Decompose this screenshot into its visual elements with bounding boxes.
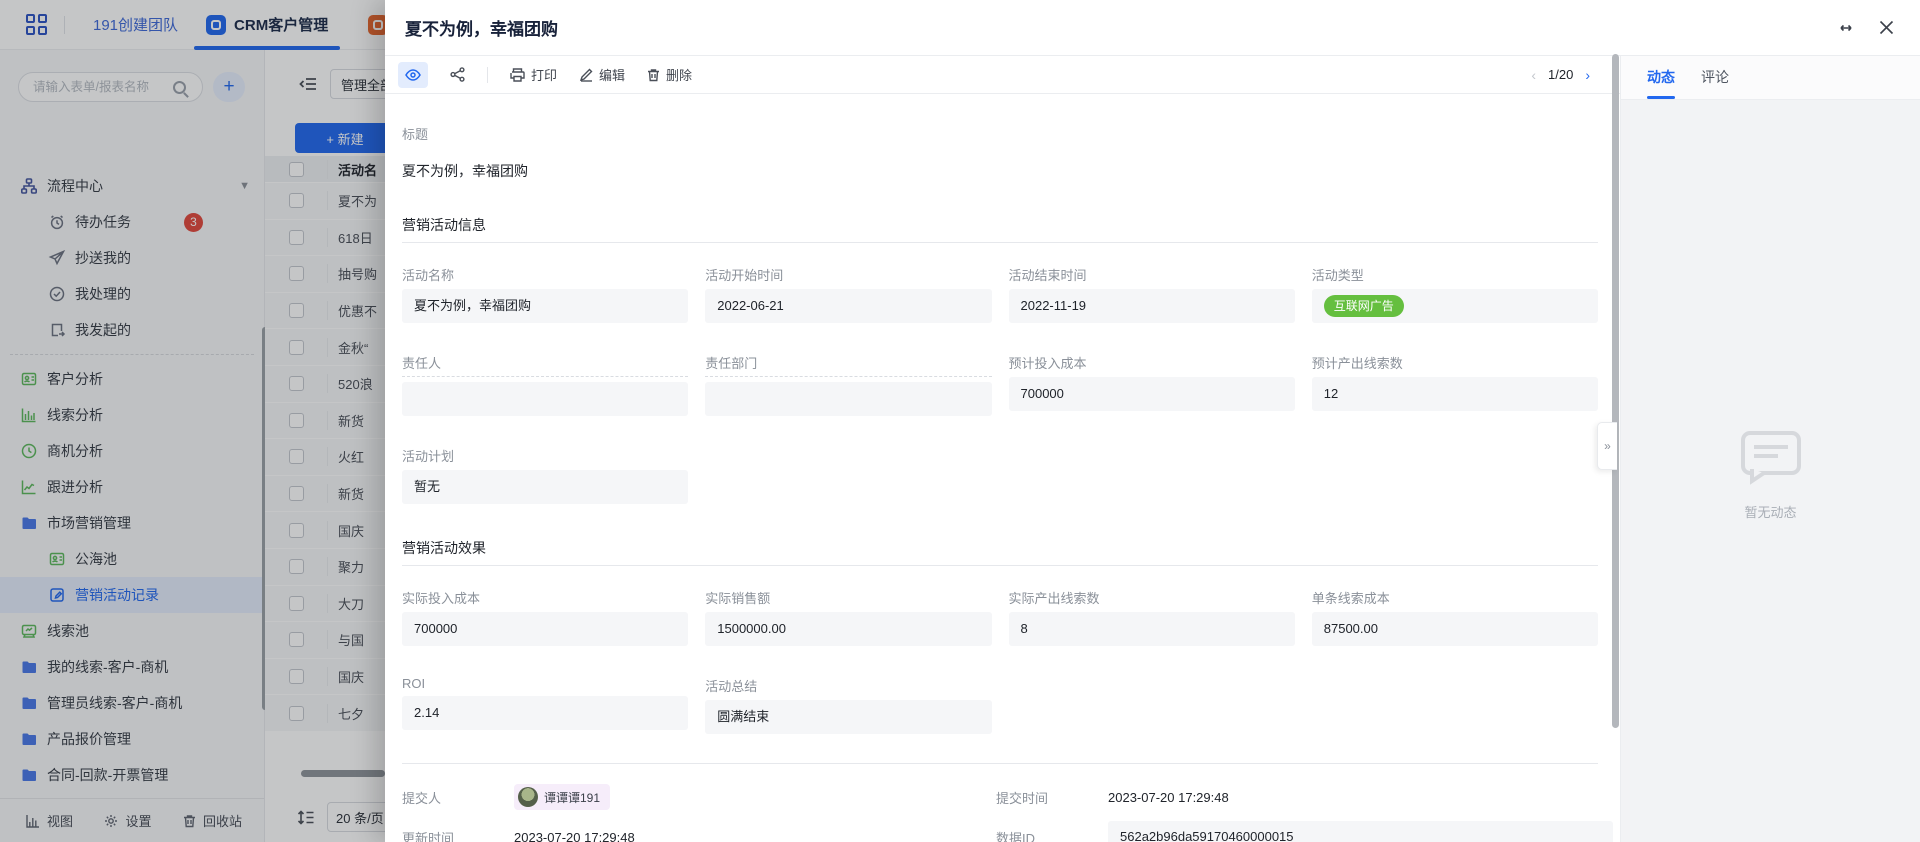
field-owner: 责任人 [402,353,688,416]
meta-grid: 提交人 谭谭谭191 提交时间 2023-07-20 17:29:48 更新时间… [402,783,1598,842]
expand-icon[interactable] [1837,22,1855,34]
data-id-value: 562a2b96da59170460000015 [1108,821,1613,842]
share-button[interactable] [450,67,465,82]
record-title: 夏不为例，幸福团购 [405,15,558,40]
tab-activity[interactable]: 动态 [1647,67,1675,99]
meta-data-id: 数据ID 562a2b96da59170460000015 [996,821,1613,842]
field-actual-cost: 实际投入成本 700000 [402,588,688,646]
field-activity-type: 活动类型 互联网广告 [1312,265,1598,323]
drawer-header: 夏不为例，幸福团购 [385,0,1920,56]
printer-icon [510,68,525,82]
activity-panel: 动态 评论 暂无动态 [1620,56,1920,842]
field-label: 标题 [402,127,428,142]
print-button[interactable]: 打印 [510,65,557,84]
field-value: 8 [1009,612,1295,646]
next-record-icon[interactable]: › [1585,67,1590,83]
view-mode-button[interactable] [398,62,428,88]
field-value: 1500000.00 [705,612,991,646]
field-value: 互联网广告 [1312,289,1598,323]
activity-panel-body: 暂无动态 [1621,100,1920,842]
modal-backdrop[interactable] [0,0,385,842]
avatar [518,787,538,807]
meta-submitter: 提交人 谭谭谭191 [402,783,996,811]
field-planned-cost: 预计投入成本 700000 [1009,353,1295,416]
field-activity-name: 活动名称 夏不为例，幸福团购 [402,265,688,323]
field-value: 2022-06-21 [705,289,991,323]
field-value [402,382,688,416]
submitter-chip[interactable]: 谭谭谭191 [514,784,610,810]
record-form: 标题 夏不为例，幸福团购 营销活动信息 活动名称 夏不为例，幸福团购 活动开始时… [385,94,1620,842]
share-icon [450,67,465,82]
activity-type-tag: 互联网广告 [1324,295,1404,317]
field-actual-sales: 实际销售额 1500000.00 [705,588,991,646]
fields-grid: 实际投入成本 700000 实际销售额 1500000.00 实际产出线索数 8… [402,588,1598,734]
field-activity-plan: 活动计划 暂无 [402,446,688,504]
tab-comments[interactable]: 评论 [1701,67,1729,99]
field-value: 700000 [1009,377,1295,411]
field-value [705,382,991,416]
record-pager: ‹ 1/20 › [1531,67,1590,83]
field-end-time: 活动结束时间 2022-11-19 [1009,265,1295,323]
field-department: 责任部门 [705,353,991,416]
prev-record-icon[interactable]: ‹ [1531,67,1536,83]
activity-panel-tabs: 动态 评论 [1621,56,1920,100]
field-planned-leads: 预计产出线索数 12 [1312,353,1598,416]
submitter-name: 谭谭谭191 [544,789,600,806]
app-window: 191创建团队 CRM客户管理 + [0,0,1920,842]
empty-state-text: 暂无动态 [1744,502,1796,521]
field-value: 暂无 [402,470,688,504]
collapse-panel-button[interactable]: » [1597,422,1617,470]
section-title: 营销活动信息 [402,215,1598,235]
field-start-time: 活动开始时间 2022-06-21 [705,265,991,323]
delete-button[interactable]: 删除 [647,65,692,84]
record-pager-text: 1/20 [1548,67,1573,82]
field-value: 圆满结束 [705,700,991,734]
drawer-scrollbar[interactable] [1612,54,1619,728]
meta-divider [402,763,1598,764]
drawer-toolbar: 打印 编辑 删除 ‹ 1/20 › [385,56,1620,94]
title-field-value: 夏不为例，幸福团购 [402,161,1598,181]
field-value: 87500.00 [1312,612,1598,646]
meta-update-time: 更新时间 2023-07-20 17:29:48 [402,821,996,842]
field-cost-per-lead: 单条线索成本 87500.00 [1312,588,1598,646]
field-value: 12 [1312,377,1598,411]
record-detail-drawer: 夏不为例，幸福团购 [385,0,1920,842]
edit-button[interactable]: 编辑 [579,65,625,84]
field-value: 700000 [402,612,688,646]
field-value: 2022-11-19 [1009,289,1295,323]
section-title: 营销活动效果 [402,538,1598,558]
field-value: 2.14 [402,696,688,730]
field-value: 夏不为例，幸福团购 [402,289,688,323]
section-divider [402,565,1598,566]
field-summary: 活动总结 圆满结束 [705,676,991,734]
fields-grid: 活动名称 夏不为例，幸福团购 活动开始时间 2022-06-21 活动结束时间 … [402,265,1598,504]
meta-submit-time: 提交时间 2023-07-20 17:29:48 [996,783,1613,811]
trash-icon [647,68,660,82]
field-actual-leads: 实际产出线索数 8 [1009,588,1295,646]
pencil-icon [579,68,593,82]
close-icon[interactable] [1879,20,1894,35]
speech-bubble-icon [1740,430,1802,486]
eye-icon [405,69,421,81]
section-divider [402,242,1598,243]
toolbar-divider [487,67,488,83]
field-roi: ROI 2.14 [402,676,688,734]
